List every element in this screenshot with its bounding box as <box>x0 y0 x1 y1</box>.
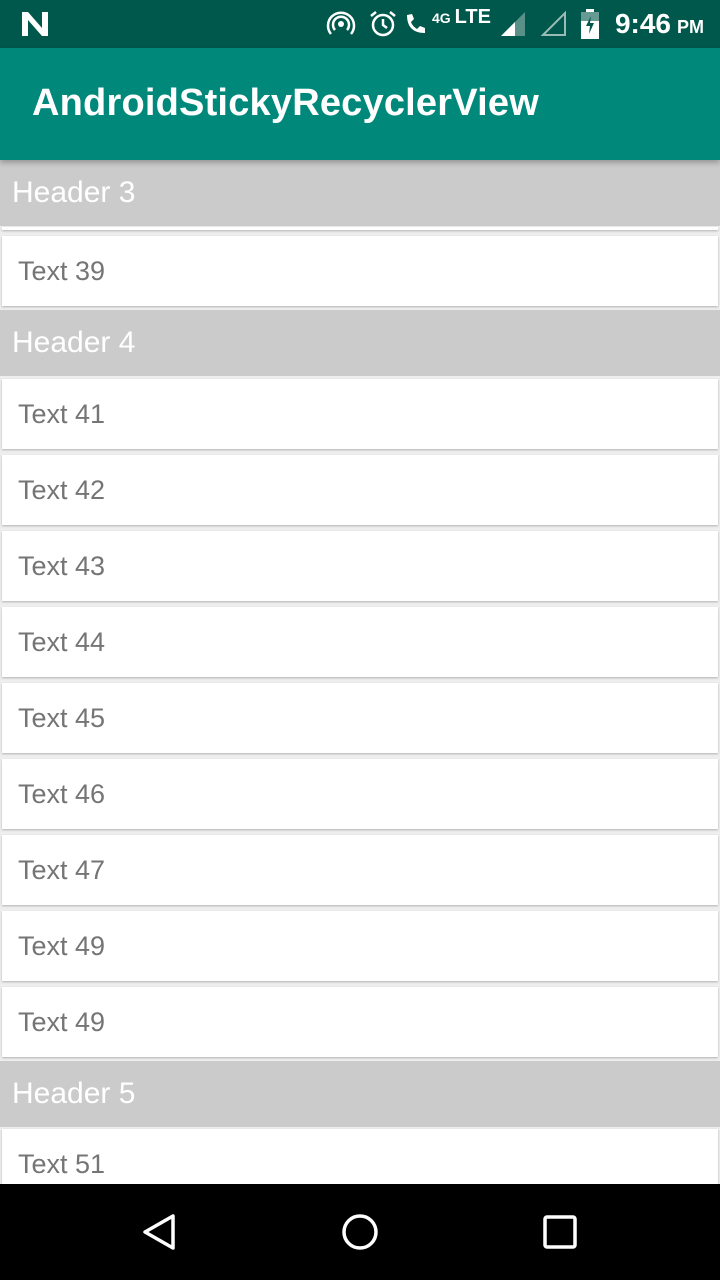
list-item[interactable]: Text 42 <box>2 455 718 525</box>
alarm-icon <box>364 0 402 48</box>
status-bar: 4G LTE 9:46 PM <box>0 0 720 48</box>
back-icon[interactable] <box>140 1212 180 1252</box>
battery-icon <box>577 0 603 48</box>
section-header-4: Header 4 <box>0 310 720 376</box>
section-header-3: Header 3 <box>0 160 720 226</box>
list-item[interactable]: Text 43 <box>2 531 718 601</box>
signal-icon <box>497 0 529 48</box>
list-item-39[interactable]: Text 39 <box>2 236 718 306</box>
clock-ampm: PM <box>677 16 704 37</box>
home-icon[interactable] <box>340 1212 380 1252</box>
clock-time: 9:46 <box>614 8 671 39</box>
sticky-recycler-list[interactable]: Header 3 Text 39 Header 4 Text 41 Text 4… <box>0 160 720 1184</box>
wifi-call-icon <box>402 0 430 48</box>
list-item[interactable]: Text 41 <box>2 379 718 449</box>
status-icons: 4G LTE 9:46 PM <box>324 0 720 48</box>
list-item[interactable]: Text 49 <box>2 987 718 1057</box>
app-title: AndroidStickyRecyclerView <box>32 82 539 124</box>
recents-icon[interactable] <box>540 1212 580 1252</box>
list-item[interactable]: Text 47 <box>2 835 718 905</box>
list-item[interactable]: Text 45 <box>2 683 718 753</box>
list-item[interactable]: Text 49 <box>2 911 718 981</box>
signal-empty-icon <box>537 0 571 48</box>
network-4g-label: 4G <box>431 10 451 26</box>
list-item-partial[interactable] <box>2 227 718 230</box>
list-item-51[interactable]: Text 51 <box>2 1129 718 1184</box>
hotspot-icon <box>324 0 358 48</box>
n-logo-icon <box>22 12 48 36</box>
app-bar: AndroidStickyRecyclerView <box>0 48 720 160</box>
list-item[interactable]: Text 44 <box>2 607 718 677</box>
list-item[interactable]: Text 46 <box>2 759 718 829</box>
section-header-5: Header 5 <box>0 1061 720 1127</box>
navigation-bar <box>0 1184 720 1280</box>
network-lte-label: LTE <box>454 5 491 28</box>
